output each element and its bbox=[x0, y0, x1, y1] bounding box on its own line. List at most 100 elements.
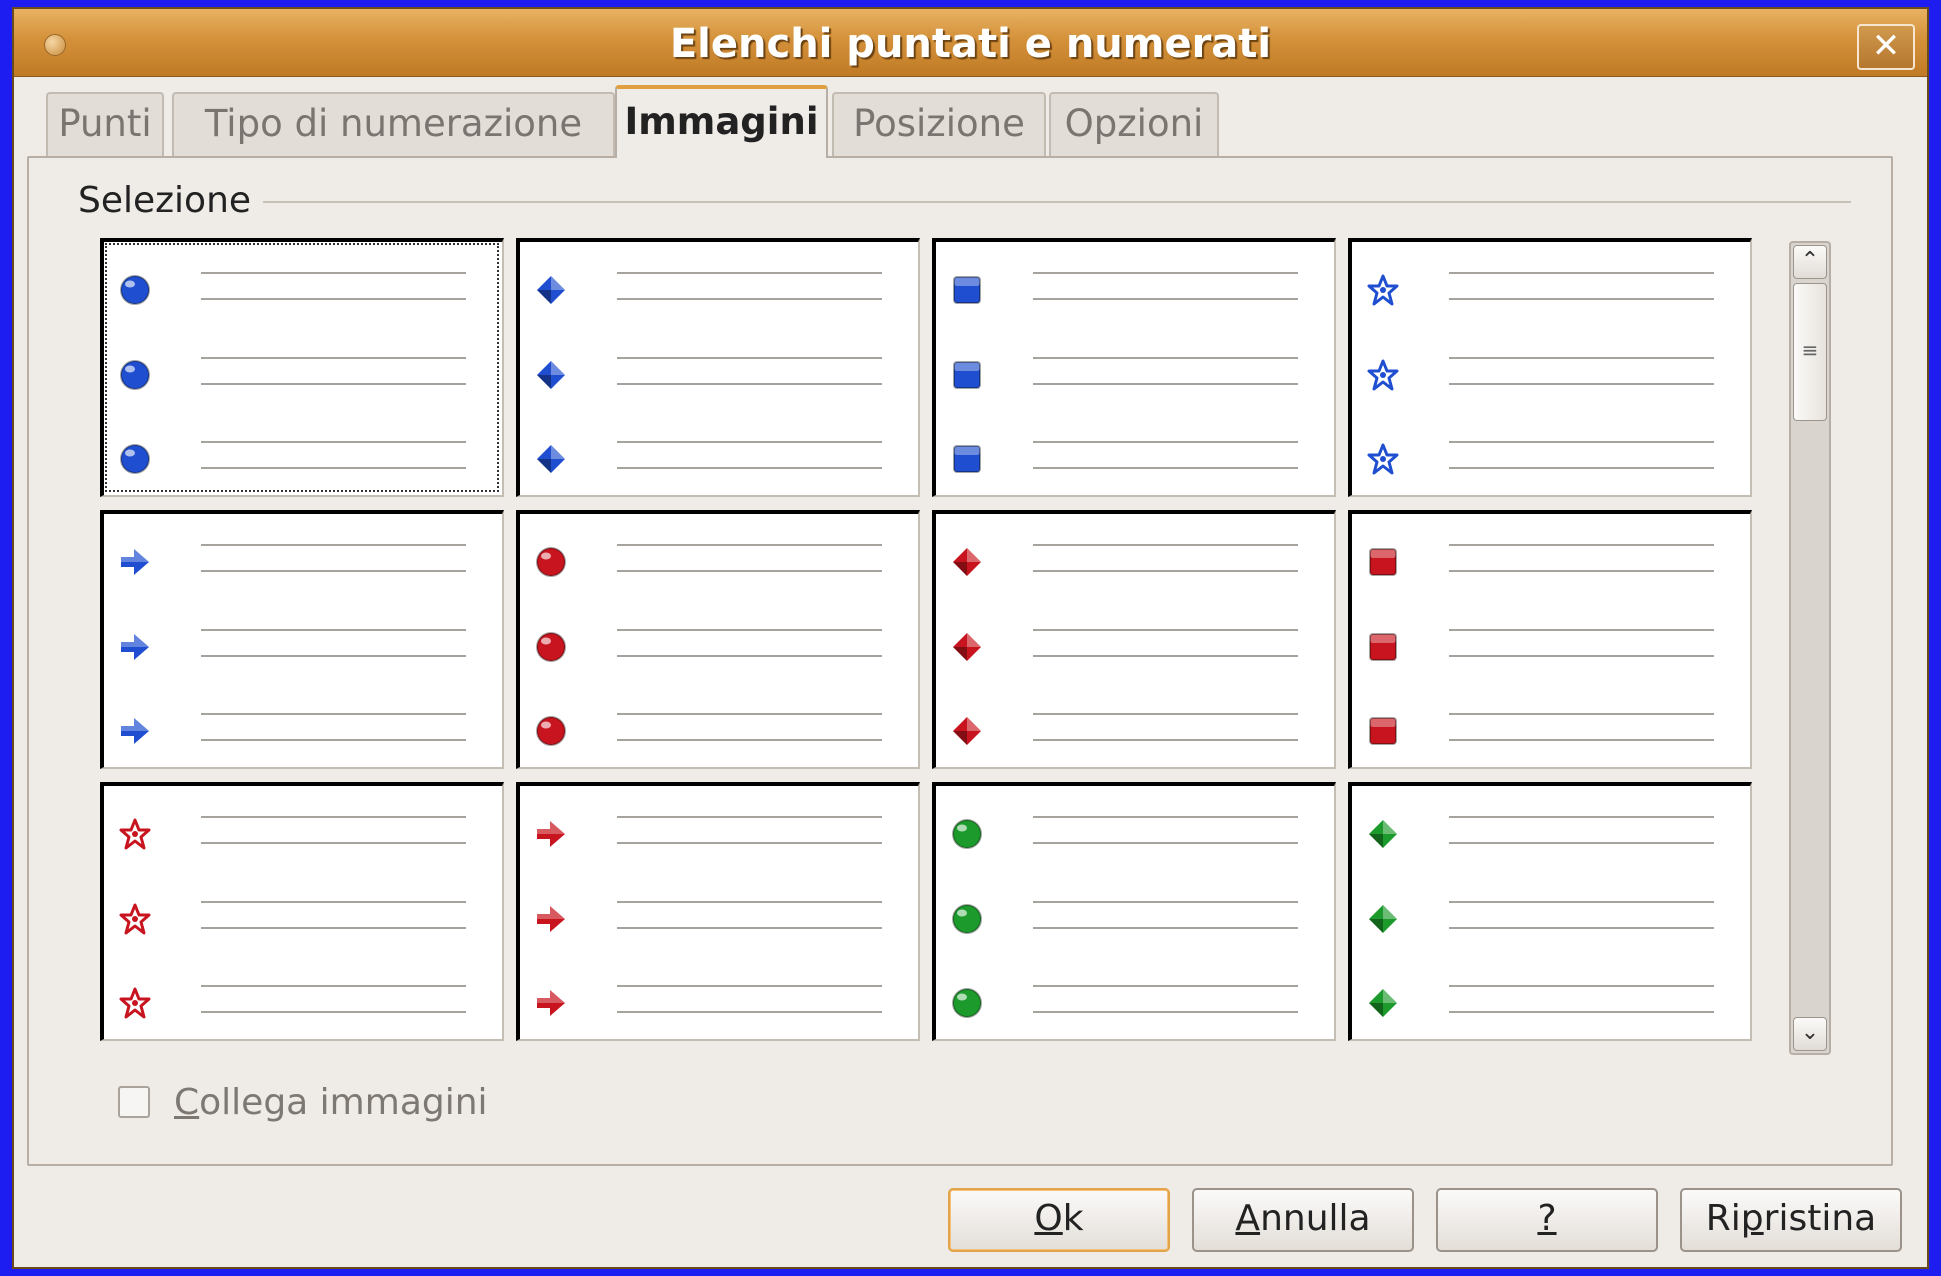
ok-accel: O bbox=[1034, 1198, 1063, 1239]
bullet-preview-row bbox=[936, 898, 1334, 938]
grid-scrollbar[interactable]: ⌃ ≡ ⌄ bbox=[1789, 241, 1831, 1055]
preview-text-lines bbox=[1449, 901, 1714, 929]
bullet-option-green-sphere[interactable] bbox=[932, 782, 1336, 1041]
bullet-option-blue-sphere[interactable] bbox=[100, 238, 504, 497]
reset-accel: p bbox=[1740, 1198, 1764, 1239]
preview-text-lines bbox=[201, 544, 466, 572]
bullet-preview-row bbox=[1352, 438, 1750, 478]
preview-text-lines bbox=[201, 901, 466, 929]
link-images-accel: C bbox=[174, 1082, 200, 1123]
scroll-up-icon[interactable]: ⌃ bbox=[1793, 245, 1827, 279]
tab-opzioni[interactable]: Opzioni bbox=[1049, 92, 1219, 156]
scroll-thumb[interactable]: ≡ bbox=[1793, 283, 1827, 421]
bullet-option-red-star[interactable] bbox=[100, 782, 504, 1041]
cancel-button[interactable]: Annulla bbox=[1192, 1188, 1414, 1252]
preview-text-lines bbox=[617, 272, 882, 300]
bullet-option-red-arrow[interactable] bbox=[516, 782, 920, 1041]
blue-sphere-icon bbox=[118, 358, 152, 392]
close-button[interactable]: ✕ bbox=[1857, 24, 1915, 70]
red-sphere-icon bbox=[534, 714, 568, 748]
bullet-option-blue-diamond[interactable] bbox=[516, 238, 920, 497]
red-star-icon bbox=[118, 817, 152, 851]
bullet-preview-row bbox=[520, 626, 918, 666]
red-arrow-icon bbox=[534, 817, 568, 851]
blue-arrow-icon bbox=[118, 545, 152, 579]
bullet-preview-row bbox=[1352, 541, 1750, 581]
title-bar[interactable]: Elenchi puntati e numerati ✕ bbox=[14, 9, 1927, 77]
help-accel: ? bbox=[1537, 1198, 1557, 1239]
preview-text-lines bbox=[1033, 901, 1298, 929]
bullet-preview-row bbox=[104, 438, 502, 478]
preview-text-lines bbox=[1033, 629, 1298, 657]
bullet-preview-row bbox=[1352, 354, 1750, 394]
bullet-preview-row bbox=[104, 541, 502, 581]
bullet-preview-row bbox=[1352, 982, 1750, 1022]
tab-punti[interactable]: Punti bbox=[46, 92, 164, 156]
preview-text-lines bbox=[617, 544, 882, 572]
preview-text-lines bbox=[1033, 357, 1298, 385]
bullet-preview-row bbox=[104, 982, 502, 1022]
tab-immagini[interactable]: Immagini bbox=[615, 85, 828, 158]
preview-text-lines bbox=[1449, 713, 1714, 741]
red-sphere-icon bbox=[534, 545, 568, 579]
preview-text-lines bbox=[201, 713, 466, 741]
blue-arrow-icon bbox=[118, 714, 152, 748]
preview-text-lines bbox=[617, 713, 882, 741]
green-sphere-icon bbox=[950, 986, 984, 1020]
reset-label-pre: Ri bbox=[1705, 1198, 1741, 1239]
help-button[interactable]: ? bbox=[1436, 1188, 1658, 1252]
bullet-option-red-sphere[interactable] bbox=[516, 510, 920, 769]
preview-text-lines bbox=[201, 272, 466, 300]
bullet-option-red-square[interactable] bbox=[1348, 510, 1752, 769]
bullet-preview-row bbox=[104, 710, 502, 750]
link-images-label-rest: ollega immagini bbox=[199, 1082, 488, 1123]
bullet-option-blue-arrow[interactable] bbox=[100, 510, 504, 769]
bullet-option-blue-square[interactable] bbox=[932, 238, 1336, 497]
bullet-preview-row bbox=[936, 438, 1334, 478]
preview-text-lines bbox=[201, 441, 466, 469]
bullet-preview-row bbox=[104, 898, 502, 938]
link-images-checkbox[interactable] bbox=[118, 1086, 150, 1118]
blue-star-icon bbox=[1366, 273, 1400, 307]
red-square-icon bbox=[1366, 714, 1400, 748]
red-sphere-icon bbox=[534, 630, 568, 664]
blue-diamond-icon bbox=[534, 273, 568, 307]
blue-diamond-icon bbox=[534, 358, 568, 392]
ok-button[interactable]: Ok bbox=[948, 1188, 1170, 1252]
preview-text-lines bbox=[1449, 816, 1714, 844]
preview-text-lines bbox=[201, 816, 466, 844]
selection-frame-label: Selezione bbox=[78, 180, 264, 221]
bullet-preview-row bbox=[936, 541, 1334, 581]
bullet-option-blue-star[interactable] bbox=[1348, 238, 1752, 497]
preview-text-lines bbox=[1033, 985, 1298, 1013]
green-diamond-icon bbox=[1366, 902, 1400, 936]
green-sphere-icon bbox=[950, 817, 984, 851]
red-diamond-icon bbox=[950, 630, 984, 664]
frame-separator bbox=[78, 201, 1851, 203]
red-diamond-icon bbox=[950, 714, 984, 748]
preview-text-lines bbox=[1033, 816, 1298, 844]
link-images-label: Collega immagini bbox=[174, 1082, 488, 1123]
preview-text-lines bbox=[201, 985, 466, 1013]
bullet-preview-row bbox=[936, 813, 1334, 853]
bullet-preview-row bbox=[1352, 269, 1750, 309]
tab-tipo-di-numerazione[interactable]: Tipo di numerazione bbox=[172, 92, 615, 156]
scroll-down-icon[interactable]: ⌄ bbox=[1793, 1017, 1827, 1051]
tab-posizione[interactable]: Posizione bbox=[832, 92, 1046, 156]
preview-text-lines bbox=[617, 441, 882, 469]
bullet-preview-row bbox=[1352, 710, 1750, 750]
preview-text-lines bbox=[1033, 441, 1298, 469]
reset-button[interactable]: Ripristina bbox=[1680, 1188, 1902, 1252]
bullet-preview-row bbox=[520, 813, 918, 853]
bullet-option-green-diamond[interactable] bbox=[1348, 782, 1752, 1041]
red-arrow-icon bbox=[534, 986, 568, 1020]
bullet-preview-row bbox=[104, 269, 502, 309]
blue-diamond-icon bbox=[534, 442, 568, 476]
preview-text-lines bbox=[617, 901, 882, 929]
bullet-preview-row bbox=[936, 710, 1334, 750]
preview-text-lines bbox=[617, 985, 882, 1013]
bullet-preview-row bbox=[520, 354, 918, 394]
bullet-preview-row bbox=[1352, 626, 1750, 666]
bullet-option-red-diamond[interactable] bbox=[932, 510, 1336, 769]
bullet-preview-row bbox=[520, 898, 918, 938]
